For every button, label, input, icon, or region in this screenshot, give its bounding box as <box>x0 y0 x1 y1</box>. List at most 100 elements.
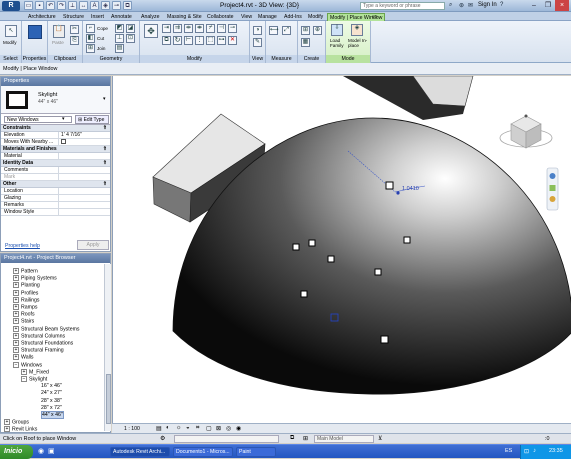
cut-geometry-icon[interactable]: ◧ <box>86 34 95 43</box>
help-icon[interactable]: ? <box>500 2 503 8</box>
close-icon[interactable]: × <box>555 0 569 11</box>
reveal-hidden-icon[interactable]: ◉ <box>236 425 241 432</box>
browser-tree-item[interactable]: 28" x 72" <box>41 405 62 411</box>
override-graphics-icon[interactable]: ✎ <box>253 38 262 47</box>
collapse-icon[interactable]: ⇑ <box>103 181 107 188</box>
category-other[interactable]: Other ⇑ <box>1 181 110 188</box>
browser-scrollbar[interactable] <box>104 264 111 431</box>
open-icon[interactable]: ▭ <box>24 1 33 10</box>
apply-button[interactable]: Apply <box>77 240 109 250</box>
skylight[interactable] <box>403 236 411 244</box>
minimize-icon[interactable]: – <box>527 0 541 11</box>
task-revit[interactable]: Autodesk Revit Archi... <box>110 447 170 457</box>
expand-icon[interactable]: + <box>13 340 19 346</box>
detail-level-icon[interactable]: ▤ <box>156 425 162 432</box>
language-indicator[interactable]: ES <box>505 448 512 454</box>
browser-tree-item[interactable]: + Structural Foundations <box>13 340 73 346</box>
expand-icon[interactable]: + <box>13 289 19 296</box>
tab-architecture[interactable]: Architecture <box>26 13 58 21</box>
browser-tree-item[interactable]: + Structural Beam Systems <box>13 325 80 332</box>
checkbox-icon[interactable] <box>61 139 66 144</box>
properties-help-link[interactable]: Properties help <box>5 243 40 249</box>
ribbon-minimize-icon[interactable]: ▭ <box>370 13 380 21</box>
expand-icon[interactable]: + <box>4 419 10 426</box>
scale-icon[interactable]: ⬚ <box>206 36 215 45</box>
steering-wheel-icon[interactable] <box>549 173 556 179</box>
load-family-icon[interactable]: ⇩ <box>331 24 343 36</box>
start-button[interactable]: Inicio <box>0 445 33 459</box>
section-icon[interactable]: ⊸ <box>112 1 121 10</box>
browser-tree-item[interactable]: + M_Fixed <box>21 368 49 375</box>
browser-tree-item[interactable]: − Windows <box>13 361 42 368</box>
modify-cursor-icon[interactable]: ↖ <box>5 25 17 37</box>
remarks-field[interactable] <box>58 202 110 208</box>
chevron-down-icon[interactable]: ▾ <box>62 116 65 122</box>
expand-icon[interactable]: + <box>13 354 19 361</box>
measure-tool-icon[interactable]: ⟷ <box>269 26 279 35</box>
tab-modify[interactable]: Modify <box>306 13 325 21</box>
trim-extend-icon[interactable]: ⊢ <box>184 36 193 45</box>
skylight[interactable] <box>327 255 335 263</box>
save-icon[interactable]: ▪ <box>35 1 44 10</box>
expand-icon[interactable]: − <box>13 361 19 368</box>
skylight[interactable] <box>292 243 300 251</box>
browser-tree-item[interactable]: + Piping Systems <box>13 275 57 282</box>
browser-tree-item[interactable]: + Structural Framing <box>13 347 64 354</box>
3d-view-canvas[interactable]: 1.0410 <box>112 76 571 423</box>
browser-tree-item[interactable]: + Walls <box>13 354 34 361</box>
create-similar-icon[interactable]: ⊕ <box>313 26 322 35</box>
offset-icon[interactable]: ⇉ <box>173 24 182 33</box>
create-group-icon[interactable]: ⊞ <box>301 26 310 35</box>
browser-tree-item[interactable]: 16" x 46" <box>41 383 62 389</box>
delete-icon[interactable]: ✕ <box>228 36 237 45</box>
expand-icon[interactable]: + <box>13 268 19 274</box>
category-materials[interactable]: Materials and Finishes ⇑ <box>1 146 110 153</box>
expand-icon[interactable]: + <box>13 304 19 310</box>
copy-element-icon[interactable]: ⧉ <box>162 36 171 45</box>
paint-icon[interactable]: ◪ <box>126 24 135 33</box>
lock-3d-icon[interactable]: ⊠ <box>216 425 221 432</box>
chevron-down-icon[interactable]: ▾ <box>103 96 106 102</box>
expand-icon[interactable]: + <box>13 332 19 339</box>
redo-icon[interactable]: ↷ <box>57 1 66 10</box>
create-parts-icon[interactable]: ▦ <box>301 38 310 47</box>
tab-add-ins[interactable]: Add-Ins <box>282 13 304 21</box>
search-input[interactable]: Type a keyword or phrase <box>360 2 445 10</box>
expand-icon[interactable]: + <box>4 426 10 433</box>
active-workset-field[interactable] <box>174 435 279 443</box>
rotate-icon[interactable]: ↻ <box>173 36 182 45</box>
task-paint[interactable]: Paint <box>236 447 276 457</box>
glazing-field[interactable] <box>58 195 110 201</box>
browser-tree-item[interactable]: + Ramps <box>13 304 37 310</box>
browser-tree-item[interactable]: + Railings <box>13 296 39 303</box>
visual-style-icon[interactable]: ◐ <box>166 425 170 431</box>
skylight[interactable] <box>385 181 394 190</box>
text-icon[interactable]: A <box>90 1 99 10</box>
measure-icon[interactable]: ⟂ <box>68 1 77 10</box>
copy-icon[interactable]: ⎘ <box>70 36 79 45</box>
unpin-icon[interactable]: ⊶ <box>217 36 226 45</box>
tab-collaborate[interactable]: Collaborate <box>205 13 236 21</box>
join-icon[interactable]: ⊞ <box>86 44 95 53</box>
undo-icon[interactable]: ↶ <box>46 1 55 10</box>
filter-icon[interactable]: ⊻ <box>378 435 382 442</box>
application-menu-button[interactable]: R <box>2 1 20 11</box>
browser-tree-item[interactable]: + Roofs <box>13 311 35 318</box>
collapse-icon[interactable]: ⇑ <box>103 160 107 167</box>
expand-icon[interactable]: + <box>13 296 19 303</box>
zoom-icon[interactable] <box>549 196 556 202</box>
collapse-icon[interactable]: ⇑ <box>103 125 107 132</box>
moves-with-nearby-checkbox[interactable] <box>58 139 110 145</box>
align-icon[interactable]: ⇥ <box>162 24 171 33</box>
tab-insert[interactable]: Insert <box>89 13 106 21</box>
shadows-icon[interactable]: ◒ <box>186 425 190 431</box>
tab-annotate[interactable]: Annotate <box>109 13 134 21</box>
viewcube[interactable] <box>499 114 553 149</box>
expand-icon[interactable]: + <box>13 325 19 332</box>
skylight[interactable] <box>308 239 316 247</box>
browser-tree-item[interactable]: + Structural Columns <box>13 332 65 339</box>
editing-requests-icon[interactable]: ⧉ <box>290 435 294 442</box>
demolish-icon[interactable]: ⊡ <box>126 34 135 43</box>
expand-icon[interactable]: + <box>13 275 19 282</box>
task-word[interactable]: Documento1 - Micros... <box>173 447 233 457</box>
